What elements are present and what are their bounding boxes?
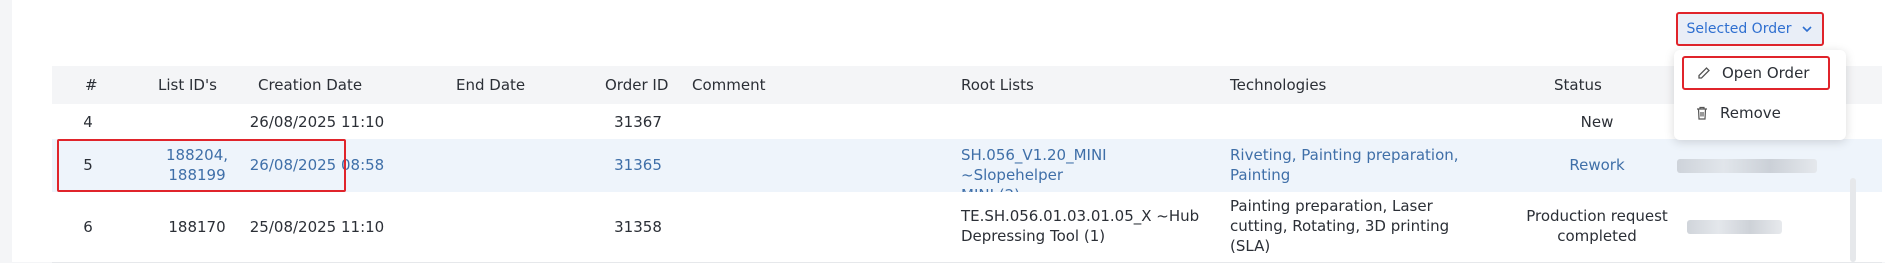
header-end-date[interactable]: End Date xyxy=(456,66,525,104)
highlight-box xyxy=(57,139,346,192)
header-root-lists[interactable]: Root Lists xyxy=(961,66,1034,104)
cell-technologies: Riveting, Painting preparation, Painting xyxy=(1230,146,1459,184)
header-num: # xyxy=(85,76,98,94)
cell-order-id: 31367 xyxy=(614,113,662,131)
table-row[interactable]: 4 26/08/2025 11:10 31367 New xyxy=(52,104,1882,140)
cell-creation-date: 26/08/2025 11:10 xyxy=(249,113,385,131)
cell-status: Production request completed xyxy=(1526,207,1668,245)
cell-num: 6 xyxy=(83,218,93,236)
table-header: # List ID's Creation Date End Date Order… xyxy=(52,66,1882,105)
selected-order-button[interactable]: Selected Order xyxy=(1676,12,1824,46)
cell-status: Rework xyxy=(1569,156,1625,174)
header-status[interactable]: Status xyxy=(1554,66,1602,104)
open-order-label: Open Order xyxy=(1722,64,1810,82)
selected-order-label: Selected Order xyxy=(1686,21,1792,37)
remove-menu-item[interactable]: Remove xyxy=(1682,96,1836,130)
blurred-user xyxy=(1677,159,1817,173)
header-list-ids[interactable]: List ID's xyxy=(158,66,217,104)
order-actions-menu: Open Order Remove xyxy=(1674,50,1846,140)
header-technologies[interactable]: Technologies xyxy=(1230,66,1326,104)
open-order-menu-item[interactable]: Open Order xyxy=(1682,56,1830,90)
remove-label: Remove xyxy=(1720,104,1781,122)
header-comment[interactable]: Comment xyxy=(692,66,766,104)
orders-panel: Selected Order # List ID's Creation Date… xyxy=(12,0,1885,263)
cell-technologies: Painting preparation, Laser cutting, Rot… xyxy=(1230,197,1450,255)
header-creation-date[interactable]: Creation Date xyxy=(258,66,362,104)
table-row[interactable]: 6 188170 25/08/2025 11:10 31358 TE.SH.05… xyxy=(52,192,1882,263)
cell-list-ids: 188170 xyxy=(168,218,226,236)
cell-order-id: 31365 xyxy=(614,156,662,174)
cell-root-lists: TE.SH.056.01.03.01.05_X ~Hub Depressing … xyxy=(961,207,1200,245)
header-order-id[interactable]: Order ID xyxy=(605,66,668,104)
blurred-user xyxy=(1687,220,1782,234)
cell-status: New xyxy=(1580,113,1614,131)
chevron-down-icon xyxy=(1802,26,1813,33)
pencil-icon xyxy=(1698,67,1710,79)
cell-creation-date: 25/08/2025 11:10 xyxy=(249,218,385,236)
scrollbar[interactable] xyxy=(1850,178,1856,262)
trash-icon xyxy=(1697,106,1707,120)
cell-num: 4 xyxy=(83,113,93,131)
cell-order-id: 31358 xyxy=(614,218,662,236)
